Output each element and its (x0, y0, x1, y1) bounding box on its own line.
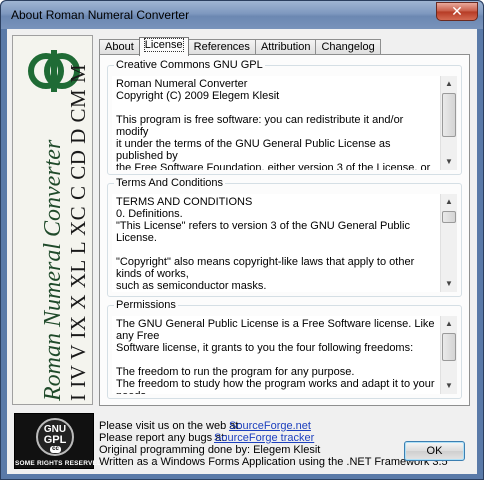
scroll-thumb[interactable] (442, 333, 456, 361)
window-title: About Roman Numeral Converter (11, 8, 190, 22)
gnu-gpl-badge: GNU GPL cc SOME RIGHTS RESERVED (14, 413, 102, 469)
terms-textbox[interactable]: TERMS AND CONDITIONS 0. Definitions. "Th… (112, 194, 457, 292)
programming-credit: Original programming done by: Elegem Kle… (99, 444, 321, 456)
scroll-up-arrow-icon[interactable]: ▲ (441, 316, 457, 332)
scroll-down-arrow-icon[interactable]: ▼ (441, 154, 457, 170)
scroll-thumb[interactable] (442, 211, 456, 223)
terms-text: TERMS AND CONDITIONS 0. Definitions. "Th… (116, 196, 415, 292)
terms-scrollbar[interactable]: ▲ ▼ (440, 194, 457, 292)
tab-license[interactable]: License (138, 37, 189, 56)
visit-line: Please visit us on the web at: SourceFor… (99, 420, 399, 432)
permissions-group-title: Permissions (114, 299, 178, 311)
title-bar[interactable]: About Roman Numeral Converter ✕ (1, 1, 483, 29)
close-button[interactable]: ✕ (436, 2, 478, 21)
gpl-textbox[interactable]: Roman Numeral Converter Copyright (C) 20… (112, 76, 457, 170)
gpl-text: Roman Numeral Converter Copyright (C) 20… (116, 78, 431, 170)
permissions-scrollbar[interactable]: ▲ ▼ (440, 316, 457, 394)
creative-commons-icon: cc (50, 446, 61, 453)
gpl-group-title: Creative Commons GNU GPL (114, 59, 265, 71)
gpl-scrollbar[interactable]: ▲ ▼ (440, 76, 457, 170)
gpl-group: Creative Commons GNU GPL Roman Numeral C… (107, 59, 462, 175)
framework-note: Written as a Windows Forms Application u… (99, 456, 448, 468)
logo-panel: Roman Numeral Converter I IV V IX X XL L… (12, 35, 93, 405)
sourceforge-tracker-link[interactable]: SourceForge tracker (214, 432, 314, 444)
sourceforge-link[interactable]: SourceForge.net (229, 420, 311, 432)
about-dialog: About Roman Numeral Converter ✕ Roman Nu… (0, 0, 484, 480)
tab-references-label: References (193, 41, 250, 53)
terms-group-title: Terms And Conditions (114, 177, 225, 189)
license-tab-page: Creative Commons GNU GPL Roman Numeral C… (99, 54, 470, 406)
tab-about-label: About (105, 41, 134, 53)
vertical-app-title: Roman Numeral Converter (40, 139, 66, 401)
badge-caption: SOME RIGHTS RESERVED (15, 460, 102, 467)
scroll-down-arrow-icon[interactable]: ▼ (441, 276, 457, 292)
tab-attribution-label: Attribution (260, 41, 311, 53)
scroll-up-arrow-icon[interactable]: ▲ (441, 76, 457, 92)
badge-gpl-text: GPL (43, 434, 67, 446)
dialog-client-area: Roman Numeral Converter I IV V IX X XL L… (7, 29, 477, 474)
tab-changelog-label: Changelog (321, 41, 375, 53)
vertical-numerals: I IV V IX X XL L XC C CD D CM M (66, 63, 90, 401)
terms-group: Terms And Conditions TERMS AND CONDITION… (107, 177, 462, 297)
tab-strip: About License References Attribution Cha… (99, 37, 381, 56)
scroll-thumb[interactable] (442, 93, 456, 137)
bugs-label: Please report any bugs at: (99, 432, 228, 444)
info-lines: Please visit us on the web at: SourceFor… (99, 420, 448, 468)
scroll-up-arrow-icon[interactable]: ▲ (441, 194, 457, 210)
visit-label: Please visit us on the web at: (99, 420, 242, 432)
bugs-line: Please report any bugs at: SourceForge t… (99, 432, 399, 444)
tab-license-label: License (143, 38, 184, 52)
ok-button[interactable]: OK (404, 441, 465, 461)
permissions-group: Permissions The GNU General Public Licen… (107, 299, 462, 399)
permissions-textbox[interactable]: The GNU General Public License is a Free… (112, 316, 457, 394)
permissions-text: The GNU General Public License is a Free… (116, 318, 435, 394)
gpl-circle-icon: GNU GPL cc (36, 418, 74, 456)
scroll-down-arrow-icon[interactable]: ▼ (441, 378, 457, 394)
